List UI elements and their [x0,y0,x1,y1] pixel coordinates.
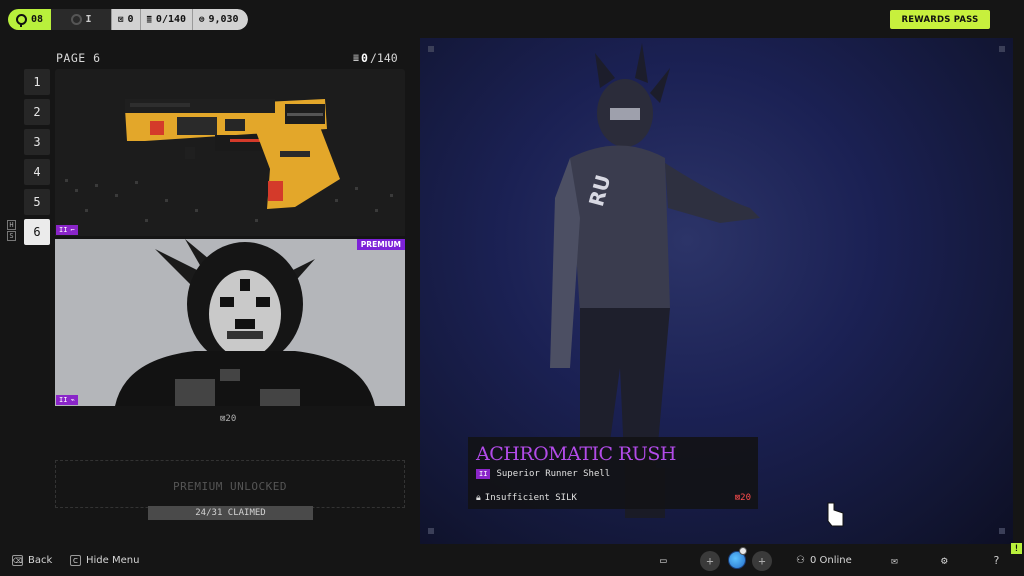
currency-icon: ⊜ [199,14,205,25]
claimed-progress: 24/31 CLAIMED [148,506,313,520]
online-friends-button[interactable]: ⚇ 0 Online [796,555,852,566]
settings-badge-icon [739,547,747,555]
level-value: 08 [31,14,44,25]
backspace-key-icon: ⌫ [12,555,23,566]
chat-icon[interactable]: ▭ [660,554,667,567]
page-button-2[interactable]: 2 [24,99,50,125]
tier-label: II [59,396,68,404]
alert-icon[interactable]: ! [1011,543,1022,554]
level-icon [16,14,27,27]
page-shortcut-hint: H S [7,220,17,242]
add-right-button[interactable]: + [752,551,772,571]
lock-icon: 🔒︎ [476,493,481,503]
weapon-image [65,99,393,222]
item-status-row: 🔒︎ Insufficient SILK [476,493,577,503]
back-button[interactable]: ⌫ Back [12,555,52,566]
page-item-count: ≣ 0 /140 [353,51,398,65]
gear-icon[interactable]: ⚙ [941,554,948,567]
c-key-icon: C [70,555,81,566]
friends-icon: ⚇ [796,555,805,566]
item-status: Insufficient SILK [484,493,577,503]
key-s: S [7,231,16,241]
rewards-pass-button[interactable]: REWARDS PASS [890,10,990,29]
premium-badge: PREMIUM [356,239,405,250]
weapon-type-icon: ⌐ [70,226,75,234]
tier-label: II [59,226,68,234]
page-button-6[interactable]: 6 [24,219,50,245]
tier-tag: II [476,469,491,479]
pass-progress[interactable]: I [51,9,112,30]
page-button-4[interactable]: 4 [24,159,50,185]
add-left-button[interactable]: + [700,551,720,571]
item-info-panel: ACHROMATIC RUSH II Superior Runner Shell… [468,437,758,509]
runner-portrait-image [55,239,405,406]
page-button-1[interactable]: 1 [24,69,50,95]
tier-tag: II ⌐ [56,225,78,235]
item-type: Superior Runner Shell [496,469,611,479]
stat-currency-value: 9,030 [208,14,239,25]
premium-unlocked-text: PREMIUM UNLOCKED [173,480,287,493]
premium-unlocked-banner: PREMIUM UNLOCKED [55,460,405,508]
card-price-value: 20 [225,414,237,424]
stack-icon: ≣ [146,14,152,25]
mail-icon[interactable]: ✉ [891,554,898,567]
card-price: ⊠20 [220,414,236,424]
stack-icon: ≣ [353,52,360,64]
hide-menu-label: Hide Menu [86,555,140,566]
help-icon[interactable]: ? [993,554,1000,567]
bottom-bar: ⌫ Back C Hide Menu ⚇ 0 Online [0,548,1024,576]
shell-type-icon: ⌁ [70,396,75,404]
item-name: ACHROMATIC RUSH [476,443,677,465]
stat-items-value: 0/140 [155,14,187,25]
stat-currency: ⊜ 9,030 [192,9,248,30]
page-button-3[interactable]: 3 [24,129,50,155]
page-title: PAGE 6 [56,51,101,65]
item-type-row: II Superior Runner Shell [476,469,610,479]
tier-tag: II ⌁ [56,395,78,405]
key-h: H [7,220,16,230]
stat-tokens-value: 0 [127,14,134,25]
level-badge[interactable]: 08 [8,9,52,30]
token-icon: ⊠ [118,14,124,25]
progress-ring-icon [70,14,82,25]
reward-card-skin[interactable]: PREMIUM II ⌁ [55,239,405,406]
reward-card-weapon[interactable]: II ⌐ [55,69,405,236]
stat-tokens: ⊠ 0 [111,9,140,30]
hide-menu-button[interactable]: C Hide Menu [70,555,139,566]
item-price: ⊠20 [735,493,751,503]
progress-label: I [85,14,92,25]
top-bar: 08 I ⊠ 0 ≣ 0/140 ⊜ 9,030 REWARDS PASS [0,0,1024,36]
online-label: 0 Online [809,555,852,566]
back-label: Back [28,555,53,566]
item-price-value: 20 [740,493,751,503]
player-status-group[interactable]: 08 I ⊠ 0 ≣ 0/140 ⊜ 9,030 [8,9,248,30]
page-selector: 1 2 3 4 5 6 [24,69,50,249]
count-owned: 0 [361,51,368,65]
count-total: /140 [369,51,398,65]
page-button-5[interactable]: 5 [24,189,50,215]
stat-items: ≣ 0/140 [139,9,193,30]
